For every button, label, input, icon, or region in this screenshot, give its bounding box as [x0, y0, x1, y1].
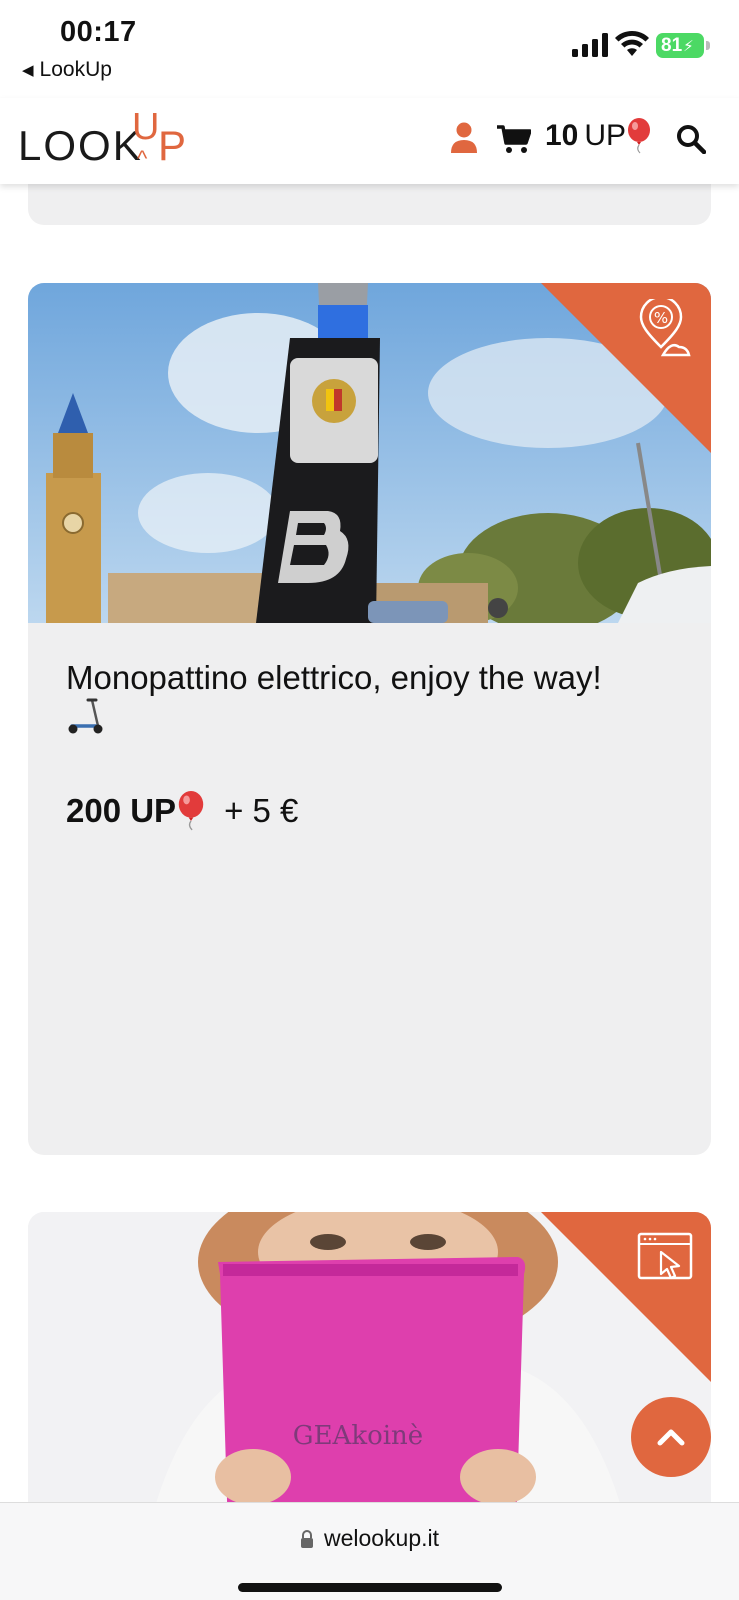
points-unit: UP: [584, 119, 627, 152]
cart-icon[interactable]: [497, 124, 531, 154]
offer-price: 200 UP + 5 €: [66, 791, 298, 831]
balloon-icon: [178, 791, 204, 831]
price-up-points: 200 UP: [66, 792, 177, 829]
points-balance[interactable]: 10 UP: [545, 118, 652, 154]
home-indicator[interactable]: [238, 1583, 502, 1592]
book-cover-text: GEAkoinè: [293, 1421, 423, 1451]
user-icon[interactable]: [450, 122, 478, 154]
svg-text:%: %: [654, 309, 668, 327]
back-triangle-icon: ◀: [22, 62, 34, 79]
offer-title[interactable]: Monopattino elettrico, enjoy the way!: [66, 658, 666, 698]
back-app-label: LookUp: [39, 58, 112, 81]
logo-u-text: U: [132, 106, 160, 148]
charging-bolt-icon: ⚡: [683, 37, 694, 55]
offer-image[interactable]: %: [28, 283, 711, 623]
web-click-icon: [637, 1232, 693, 1280]
wifi-icon: [615, 30, 649, 56]
logo-p-text: P: [158, 122, 187, 169]
search-icon[interactable]: [676, 124, 706, 154]
site-header: LOOK U ^ P 10 UP: [0, 98, 739, 184]
points-value: 10: [545, 119, 579, 152]
scroll-to-top-button[interactable]: [631, 1397, 711, 1477]
lock-icon: [300, 1529, 313, 1548]
chevron-up-icon: [657, 1429, 685, 1446]
scooter-icon: [68, 698, 103, 734]
cellular-signal-icon: [572, 33, 608, 57]
browser-url-bar[interactable]: welookup.it: [0, 1502, 739, 1600]
url-display[interactable]: welookup.it: [0, 1525, 739, 1552]
clock: 00:17: [60, 16, 137, 48]
offer-card[interactable]: % Monopattino elettrico, enjoy the way! …: [28, 283, 711, 1155]
battery-cap: [706, 41, 710, 50]
price-extra-euro: + 5 €: [224, 792, 299, 829]
offer-card-next[interactable]: GEAkoinè: [28, 1212, 711, 1532]
lookup-logo[interactable]: LOOK U ^ P: [18, 106, 193, 171]
logo-caret-icon: ^: [137, 146, 148, 171]
battery-level: 81: [661, 34, 683, 56]
logo-look-text: LOOK: [18, 122, 143, 169]
battery-indicator: 81 ⚡: [656, 33, 704, 58]
balloon-icon: [628, 118, 651, 154]
status-bar: 00:17 ◀ LookUp 81 ⚡: [0, 0, 739, 98]
back-to-app-link[interactable]: ◀ LookUp: [22, 58, 112, 82]
offer-image[interactable]: GEAkoinè: [28, 1212, 711, 1532]
location-discount-icon: %: [639, 299, 691, 357]
url-text: welookup.it: [323, 1525, 440, 1551]
